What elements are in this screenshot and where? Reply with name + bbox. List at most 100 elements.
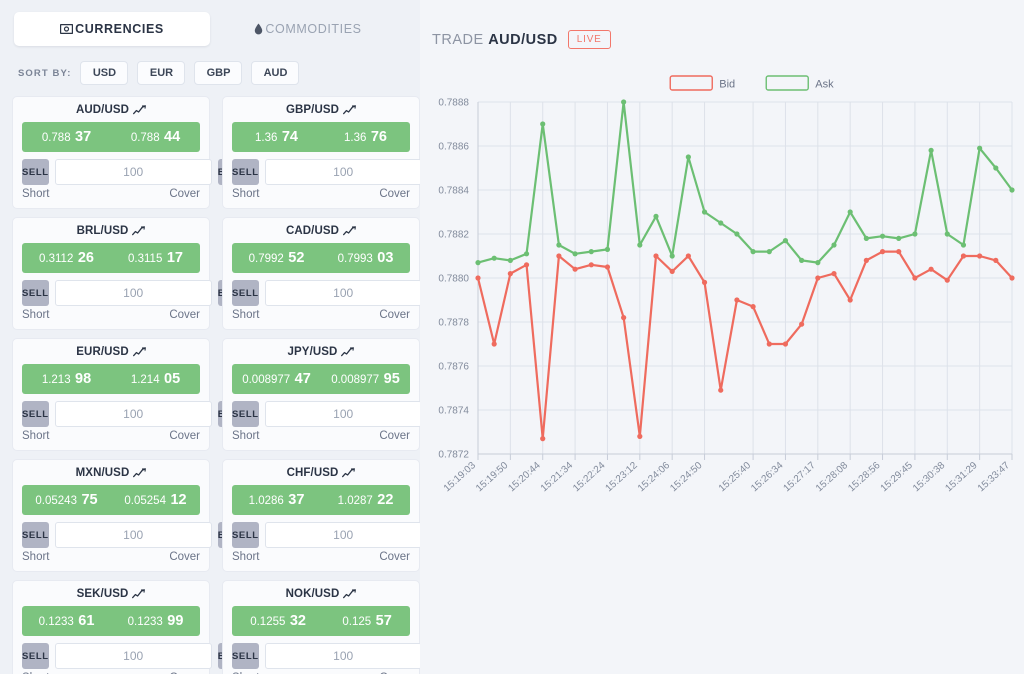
x-axis-tick-label: 15:28:08 [814,460,851,495]
x-axis-tick-label: 15:26:34 [749,460,786,495]
quantity-input[interactable] [55,643,212,669]
sort-button-gbp[interactable]: GBP [194,61,242,85]
trend-chart-icon[interactable] [343,589,356,599]
ask-price-pips: 57 [376,613,392,629]
legend-label-bid: Bid [719,79,735,91]
quantity-input[interactable] [55,280,212,306]
data-point-ask [767,249,772,254]
trend-chart-icon[interactable] [343,226,356,236]
x-axis-tick-label: 15:23:12 [604,460,641,495]
trend-chart-icon[interactable] [133,468,146,478]
bid-price-pips: 26 [78,250,94,266]
tab-commodities[interactable]: COMMODITIES [210,12,406,46]
ask-price-pips: 76 [371,129,387,145]
short-label: Short [22,188,50,200]
x-axis-tick-label: 15:27:17 [782,460,819,495]
sell-button[interactable]: SELL [22,401,49,427]
sell-button[interactable]: SELL [22,159,49,185]
trend-chart-icon[interactable] [133,347,146,357]
sell-button[interactable]: SELL [232,643,259,669]
bid-price-pips: 61 [78,613,94,629]
quantity-input[interactable] [55,522,212,548]
ask-price: 1.36 76 [344,128,387,146]
bid-price: 0.7992 52 [249,249,305,267]
data-point-bid [993,258,998,263]
data-point-bid [783,341,788,346]
order-controls: SELLBUY [22,643,200,669]
quote-strip: 0.1255 320.125 57 [232,606,410,636]
quantity-input[interactable] [265,159,422,185]
order-controls: SELLBUY [22,522,200,548]
data-point-bid [686,253,691,258]
currency-card: NOK/USD0.1255 320.125 57SELLBUYShortCove… [222,580,420,674]
quote-strip: 0.7992 520.7993 03 [232,243,410,273]
data-point-bid [750,304,755,309]
data-point-ask [799,258,804,263]
x-axis-tick-label: 15:24:06 [636,460,673,495]
sell-button[interactable]: SELL [232,401,259,427]
sell-button[interactable]: SELL [22,280,49,306]
trend-chart-icon[interactable] [341,347,354,357]
card-title: AUD/USD [22,104,200,116]
quantity-input[interactable] [265,401,422,427]
cover-label: Cover [169,309,200,321]
quote-strip: 0.008977 470.008977 95 [232,364,410,394]
trend-chart-icon[interactable] [133,105,146,115]
bid-price: 0.1255 32 [250,612,306,630]
data-point-ask [718,220,723,225]
data-point-ask [815,260,820,265]
trend-chart-icon[interactable] [343,105,356,115]
card-pair-label: CHF/USD [287,467,339,479]
data-point-bid [475,275,480,280]
quantity-input[interactable] [265,522,422,548]
order-controls: SELLBUY [232,401,410,427]
sort-button-aud[interactable]: AUD [251,61,299,85]
cover-label: Cover [379,430,410,442]
data-point-ask [896,236,901,241]
cover-label: Cover [379,188,410,200]
order-sublabels: ShortCover [22,551,200,563]
sort-button-eur[interactable]: EUR [137,61,185,85]
x-axis-tick-label: 15:33:47 [976,460,1013,495]
sort-button-usd[interactable]: USD [80,61,128,85]
trend-chart-icon[interactable] [132,226,145,236]
data-point-ask [912,231,917,236]
data-point-bid [799,322,804,327]
data-point-ask [605,247,610,252]
sell-button[interactable]: SELL [232,522,259,548]
quantity-input[interactable] [55,159,212,185]
quantity-input[interactable] [265,280,422,306]
data-point-ask [540,121,545,126]
bid-price-pips: 74 [282,129,298,145]
cover-label: Cover [169,430,200,442]
legend-swatch-bid [670,76,712,90]
bid-price-pips: 37 [288,492,304,508]
ask-price: 1.0287 22 [338,491,394,509]
order-controls: SELLBUY [232,159,410,185]
quantity-input[interactable] [55,401,212,427]
x-axis-tick-label: 15:30:38 [911,460,948,495]
data-point-bid [848,297,853,302]
bid-price-base: 1.0286 [249,495,284,507]
sell-button[interactable]: SELL [22,522,49,548]
ask-price-pips: 95 [384,371,400,387]
data-point-bid [864,258,869,263]
tab-currencies[interactable]: CURRENCIES [14,12,210,46]
trend-chart-icon[interactable] [132,589,145,599]
trend-chart-icon[interactable] [342,468,355,478]
sell-button[interactable]: SELL [232,159,259,185]
sell-button[interactable]: SELL [22,643,49,669]
order-controls: SELLBUY [22,159,200,185]
ask-price-base: 1.36 [344,132,366,144]
ask-price-base: 1.0287 [338,495,373,507]
data-point-ask [831,242,836,247]
data-point-ask [686,154,691,159]
ask-price-base: 0.3115 [128,253,162,265]
droplet-icon [254,23,263,35]
sell-button[interactable]: SELL [232,280,259,306]
quantity-input[interactable] [265,643,422,669]
y-axis-tick-label: 0.7880 [438,274,469,285]
ask-price-base: 0.05254 [124,495,166,507]
data-point-ask [508,258,513,263]
card-title: GBP/USD [232,104,410,116]
